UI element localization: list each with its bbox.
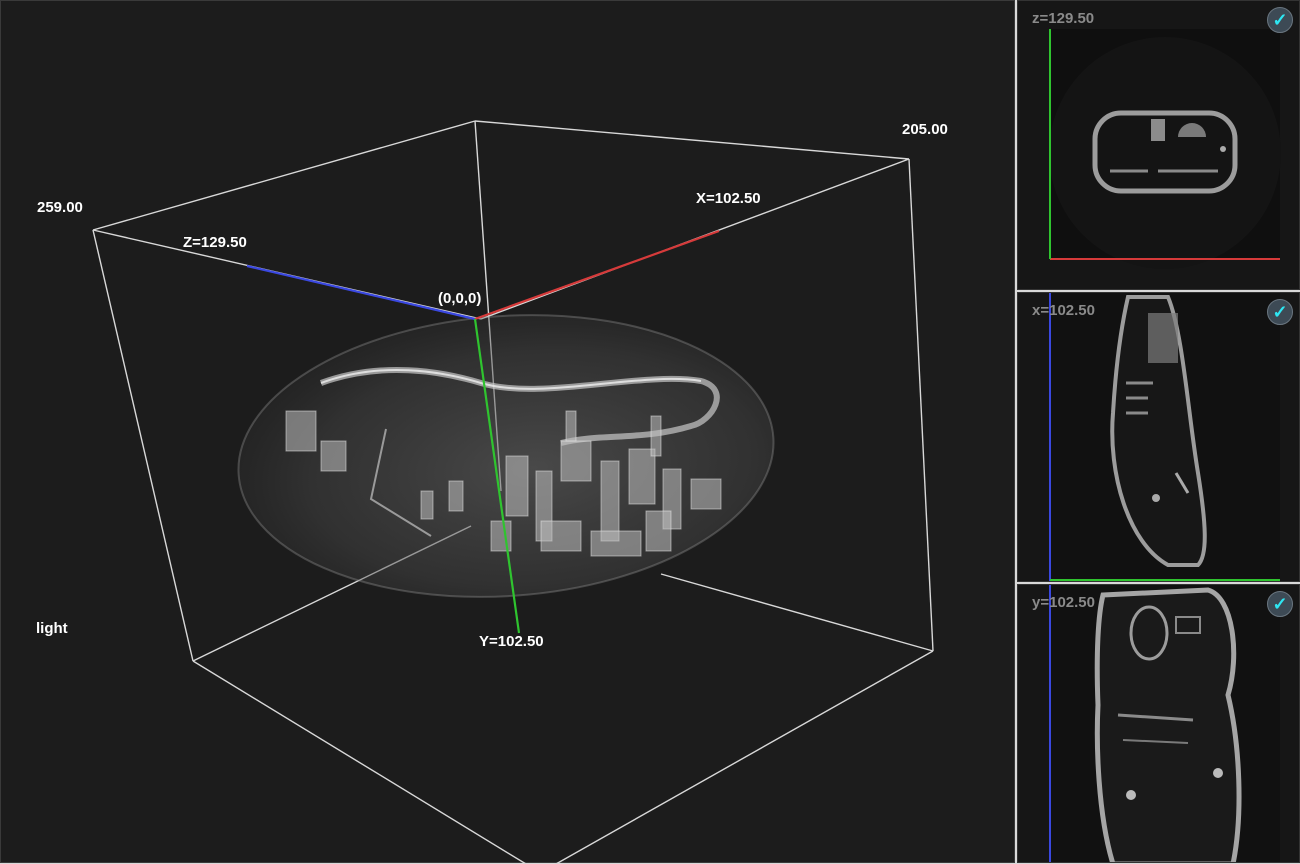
z-axis-label: Z=129.50 (183, 234, 247, 251)
origin-label: (0,0,0) (438, 290, 482, 307)
volume-render-canvas[interactable] (1, 1, 1016, 864)
slice-z-label: z=129.50 (1032, 10, 1095, 27)
x-axis-line (474, 229, 720, 321)
slice-panel-y[interactable]: y=102.50 ✓ (1017, 584, 1300, 863)
dimension-label-left: 259.00 (37, 199, 83, 216)
slice-x-canvas (1049, 293, 1280, 581)
volume-3d-viewport[interactable]: (0,0,0) X=102.50 Z=129.50 Y=102.50 205.0… (0, 0, 1016, 864)
slice-y-checkbox[interactable]: ✓ (1267, 591, 1293, 617)
slice-y-label: y=102.50 (1032, 594, 1095, 611)
dimension-label-right: 205.00 (902, 121, 948, 138)
volume-rendering (237, 314, 775, 598)
slice-z-checkbox[interactable]: ✓ (1267, 7, 1293, 33)
x-axis-label: X=102.50 (696, 190, 761, 207)
y-axis-label: Y=102.50 (479, 633, 544, 650)
light-control[interactable]: light (36, 620, 68, 637)
slice-x-label: x=102.50 (1032, 302, 1095, 319)
slice-panel-x[interactable]: x=102.50 ✓ (1017, 292, 1300, 582)
slice-z-canvas (1049, 29, 1281, 269)
slice-y-canvas (1049, 585, 1280, 862)
slice-panel-z[interactable]: z=129.50 ✓ (1017, 0, 1300, 290)
slice-x-checkbox[interactable]: ✓ (1267, 299, 1293, 325)
